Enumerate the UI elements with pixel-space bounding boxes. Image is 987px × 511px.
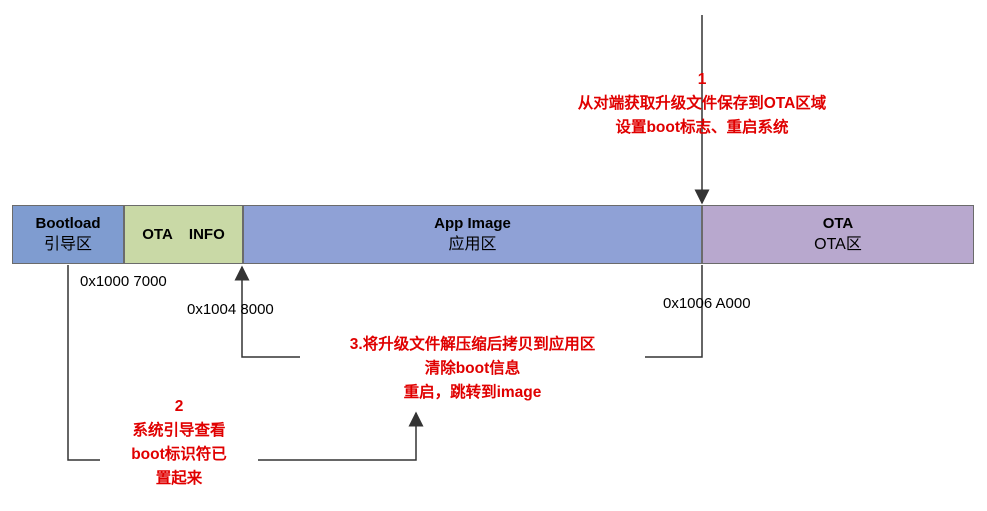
ota-info-address: 0x1004 8000 xyxy=(187,301,274,318)
ota-info-title: OTA INFO xyxy=(142,225,225,243)
step1-note: 1 从对端获取升级文件保存到OTA区域 设置boot标志、重启系统 xyxy=(533,68,871,140)
step2-note: 2 系统引导查看 boot标识符已 置起来 xyxy=(100,395,258,491)
ota-address: 0x1006 A000 xyxy=(663,295,751,312)
step3-line2: 清除boot信息 xyxy=(424,360,521,377)
app-image-subtitle: 应用区 xyxy=(448,235,497,253)
step3-line1: 3.将升级文件解压缩后拷贝到应用区 xyxy=(349,336,596,353)
step1-line2: 设置boot标志、重启系统 xyxy=(615,119,789,136)
step3-line3: 重启，跳转到image xyxy=(403,384,542,401)
ota-info-block: OTA INFO xyxy=(124,205,243,264)
ota-subtitle: OTA区 xyxy=(814,235,862,253)
step3-note: 3.将升级文件解压缩后拷贝到应用区 清除boot信息 重启，跳转到image xyxy=(300,333,645,405)
app-image-block: App Image 应用区 xyxy=(243,205,702,264)
step2-line3: 置起来 xyxy=(155,470,203,487)
app-image-title: App Image xyxy=(434,214,511,232)
step2-line1: 系统引导查看 xyxy=(132,422,226,439)
step2-line2: boot标识符已 xyxy=(100,443,258,467)
bootloader-subtitle: 引导区 xyxy=(43,235,92,253)
step2-number: 2 xyxy=(174,398,184,415)
bootloader-title: Bootload xyxy=(35,214,101,232)
ota-block: OTA OTA区 xyxy=(702,205,974,264)
ota-title: OTA xyxy=(822,214,854,232)
step1-line1: 从对端获取升级文件保存到OTA区域 xyxy=(577,95,827,112)
step1-number: 1 xyxy=(697,71,707,88)
bootloader-address: 0x1000 7000 xyxy=(80,273,167,290)
bootloader-block: Bootload 引导区 xyxy=(12,205,124,264)
